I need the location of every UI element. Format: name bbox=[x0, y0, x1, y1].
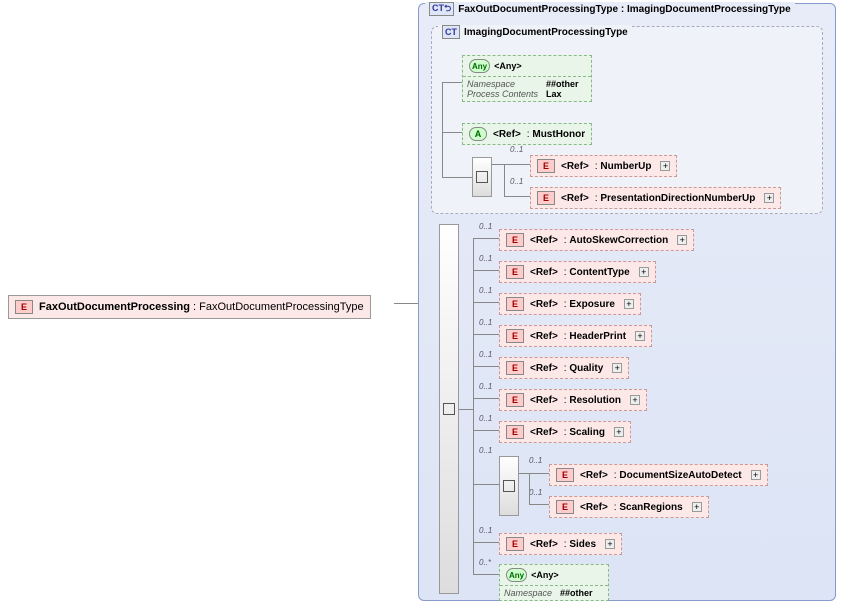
element-ref[interactable]: E<Ref>: AutoSkewCorrection+ bbox=[499, 229, 694, 251]
sequence-icon bbox=[443, 403, 455, 415]
connector bbox=[473, 542, 499, 543]
any-wildcard[interactable]: Any<Any> Namespace##other bbox=[499, 564, 609, 601]
connector bbox=[459, 409, 473, 410]
element-badge: E bbox=[506, 265, 524, 279]
connector bbox=[473, 270, 499, 271]
ct-header: CT⮌ FaxOutDocumentProcessingType : Imagi… bbox=[425, 2, 795, 16]
any-badge: Any bbox=[469, 59, 490, 73]
cardinality-label: 0..1 bbox=[479, 222, 492, 231]
element-ref[interactable]: E<Ref>: ContentType+ bbox=[499, 261, 656, 283]
sequence-compositor[interactable] bbox=[472, 157, 492, 197]
complex-type-outer: CT⮌ FaxOutDocumentProcessingType : Imagi… bbox=[418, 3, 836, 601]
expand-icon[interactable]: + bbox=[764, 193, 774, 203]
connector bbox=[504, 164, 505, 196]
cardinality-label: 0..1 bbox=[529, 488, 542, 497]
connector bbox=[473, 574, 499, 575]
connector bbox=[442, 82, 462, 83]
ct-badge: CT bbox=[442, 25, 460, 39]
expand-icon[interactable]: + bbox=[660, 161, 670, 171]
connector bbox=[473, 398, 499, 399]
cardinality-label: 0..1 bbox=[479, 446, 492, 455]
element-ref[interactable]: E <Ref> : NumberUp + bbox=[530, 155, 677, 177]
expand-icon[interactable]: + bbox=[605, 539, 615, 549]
element-ref[interactable]: E <Ref> : PresentationDirectionNumberUp … bbox=[530, 187, 781, 209]
element-ref[interactable]: E<Ref>: ScanRegions+ bbox=[549, 496, 709, 518]
element-badge: E bbox=[15, 300, 33, 314]
any-badge: Any bbox=[506, 568, 527, 582]
element-badge: E bbox=[506, 329, 524, 343]
element-badge: E bbox=[506, 425, 524, 439]
element-badge: E bbox=[506, 393, 524, 407]
element-badge: E bbox=[556, 468, 574, 482]
element-ref[interactable]: E<Ref>: Sides+ bbox=[499, 533, 622, 555]
expand-icon[interactable]: + bbox=[751, 470, 761, 480]
expand-icon[interactable]: + bbox=[677, 235, 687, 245]
cardinality-label: 0..1 bbox=[479, 382, 492, 391]
element-badge: E bbox=[537, 191, 555, 205]
cardinality-label: 0..1 bbox=[479, 318, 492, 327]
cardinality-label: 0..1 bbox=[479, 350, 492, 359]
connector bbox=[442, 132, 462, 133]
sequence-icon bbox=[476, 171, 488, 183]
element-badge: E bbox=[506, 233, 524, 247]
root-name: FaxOutDocumentProcessing : FaxOutDocumen… bbox=[39, 301, 364, 313]
cardinality-label: 0..1 bbox=[479, 254, 492, 263]
connector bbox=[394, 303, 418, 304]
sequence-icon bbox=[503, 480, 515, 492]
cardinality-label: 0..1 bbox=[479, 526, 492, 535]
expand-icon[interactable]: + bbox=[639, 267, 649, 277]
cardinality-label: 0..1 bbox=[479, 286, 492, 295]
element-ref[interactable]: E<Ref>: Quality+ bbox=[499, 357, 629, 379]
connector bbox=[473, 238, 499, 239]
attr-badge: A bbox=[469, 127, 487, 141]
element-ref[interactable]: E<Ref>: Exposure+ bbox=[499, 293, 641, 315]
inner-ct-header: CT ImagingDocumentProcessingType bbox=[438, 25, 632, 39]
element-ref[interactable]: E<Ref>: Scaling+ bbox=[499, 421, 631, 443]
element-badge: E bbox=[506, 297, 524, 311]
expand-icon[interactable]: + bbox=[624, 299, 634, 309]
connector bbox=[442, 82, 443, 177]
element-badge: E bbox=[506, 361, 524, 375]
connector bbox=[473, 366, 499, 367]
ct-title: FaxOutDocumentProcessingType : ImagingDo… bbox=[458, 4, 791, 15]
cardinality-label: 0..1 bbox=[529, 456, 542, 465]
connector bbox=[473, 334, 499, 335]
connector bbox=[519, 473, 549, 474]
connector bbox=[442, 177, 472, 178]
expand-icon[interactable]: + bbox=[635, 331, 645, 341]
expand-icon[interactable]: + bbox=[612, 363, 622, 373]
ct-badge: CT⮌ bbox=[429, 2, 454, 16]
connector bbox=[473, 430, 499, 431]
cardinality-label: 0..1 bbox=[510, 145, 523, 154]
sequence-compositor[interactable] bbox=[499, 456, 519, 516]
connector bbox=[473, 302, 499, 303]
connector bbox=[529, 473, 530, 504]
cardinality-label: 0..1 bbox=[510, 177, 523, 186]
cardinality-label: 0..* bbox=[479, 558, 491, 567]
element-ref[interactable]: E<Ref>: HeaderPrint+ bbox=[499, 325, 652, 347]
sequence-compositor[interactable] bbox=[439, 224, 459, 594]
connector bbox=[473, 484, 499, 485]
element-badge: E bbox=[537, 159, 555, 173]
complex-type-inner: CT ImagingDocumentProcessingType Any<Any… bbox=[431, 26, 823, 214]
connector bbox=[492, 164, 530, 165]
connector bbox=[529, 504, 549, 505]
any-wildcard[interactable]: Any<Any> NamespaceProcess Contents ##oth… bbox=[462, 55, 592, 102]
inner-ct-title: ImagingDocumentProcessingType bbox=[464, 27, 628, 38]
element-ref[interactable]: E<Ref>: Resolution+ bbox=[499, 389, 647, 411]
attribute-ref[interactable]: A <Ref> : MustHonor bbox=[462, 123, 592, 145]
connector bbox=[504, 196, 530, 197]
root-element[interactable]: E FaxOutDocumentProcessing : FaxOutDocum… bbox=[8, 295, 371, 319]
cardinality-label: 0..1 bbox=[479, 414, 492, 423]
element-ref[interactable]: E<Ref>: DocumentSizeAutoDetect+ bbox=[549, 464, 768, 486]
expand-icon[interactable]: + bbox=[614, 427, 624, 437]
expand-icon[interactable]: + bbox=[692, 502, 702, 512]
expand-icon[interactable]: + bbox=[630, 395, 640, 405]
connector bbox=[473, 238, 474, 574]
element-badge: E bbox=[506, 537, 524, 551]
element-badge: E bbox=[556, 500, 574, 514]
